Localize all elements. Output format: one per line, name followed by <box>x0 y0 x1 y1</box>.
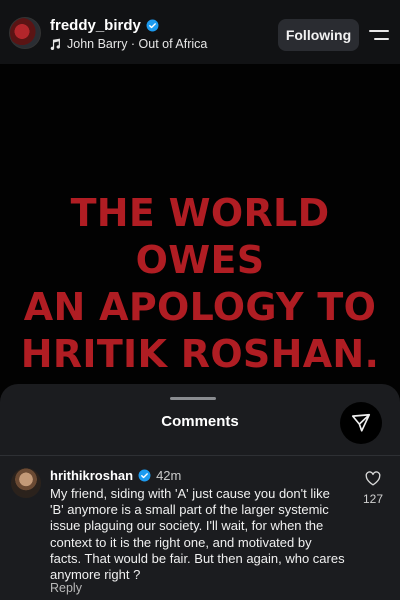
post-headline: THE WORLD OWES AN APOLOGY TO HRITIK ROSH… <box>20 191 380 376</box>
menu-icon[interactable] <box>369 28 389 42</box>
post-image[interactable]: THE WORLD OWES AN APOLOGY TO HRITIK ROSH… <box>0 64 400 404</box>
comments-sheet: Comments hrithikroshan 42m My friend, si… <box>0 384 400 600</box>
verified-badge-icon <box>146 19 159 32</box>
comment-text: My friend, siding with 'A' just cause yo… <box>50 486 345 583</box>
comment-item: hrithikroshan 42m My friend, siding with… <box>0 466 400 600</box>
sheet-drag-handle[interactable] <box>170 397 216 400</box>
username-row: freddy_birdy <box>50 17 159 34</box>
like-count: 127 <box>362 492 384 506</box>
verified-badge-icon <box>138 469 151 482</box>
avatar[interactable] <box>9 17 41 49</box>
music-note-icon <box>50 38 60 50</box>
commenter-avatar[interactable] <box>11 468 41 498</box>
send-icon <box>351 413 371 432</box>
username[interactable]: freddy_birdy <box>50 17 141 34</box>
divider <box>0 455 400 456</box>
heart-icon[interactable] <box>365 471 381 486</box>
comment-header: hrithikroshan 42m <box>50 468 181 483</box>
commenter-username[interactable]: hrithikroshan <box>50 468 133 483</box>
music-attribution[interactable]: John Barry · Out of Africa <box>50 37 207 51</box>
post-header: freddy_birdy John Barry · Out of Africa … <box>0 0 400 64</box>
comment-time: 42m <box>156 468 182 483</box>
music-label: John Barry · Out of Africa <box>67 37 208 51</box>
reply-button[interactable]: Reply <box>50 581 82 595</box>
following-button[interactable]: Following <box>278 19 359 51</box>
share-button[interactable] <box>340 402 382 444</box>
